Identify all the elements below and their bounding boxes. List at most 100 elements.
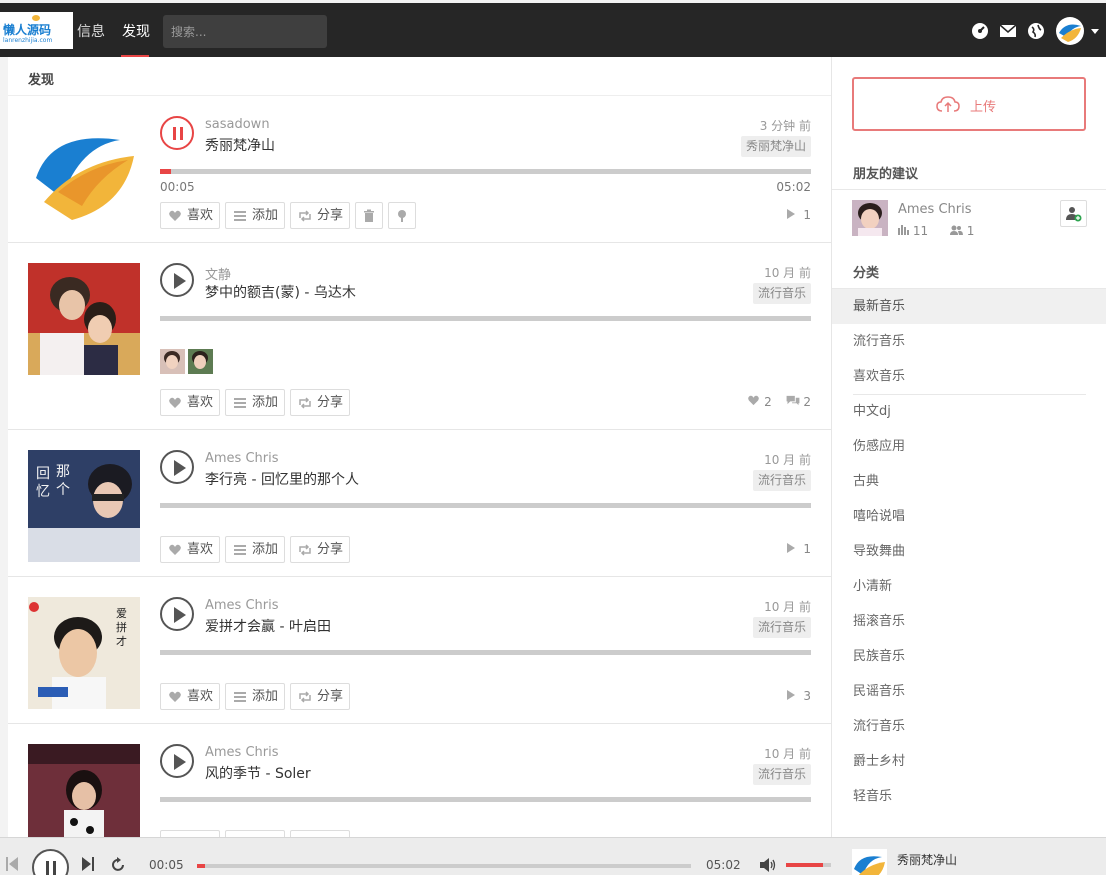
like-button[interactable]: 喜欢 (160, 536, 220, 563)
next-icon[interactable] (82, 857, 94, 875)
track-cover[interactable] (28, 744, 140, 837)
share-button[interactable]: 分享 (290, 202, 350, 229)
right-sidebar: 上传 朋友的建议 Ames Chris 11 1 分类 最新音乐 流行音乐 喜欢音乐… (831, 57, 1106, 837)
svg-text:忆: 忆 (36, 484, 50, 500)
track-progress-bar[interactable] (160, 503, 811, 508)
track-tag[interactable]: 流行音乐 (752, 617, 811, 638)
now-playing-cover[interactable] (852, 849, 887, 875)
track-progress-bar[interactable] (160, 316, 811, 321)
track-progress-bar[interactable] (160, 650, 811, 655)
nav-link-discover[interactable]: 发现 (122, 21, 150, 41)
track-uploader[interactable]: Ames Chris (205, 451, 279, 466)
category-item[interactable]: 最新音乐 (832, 289, 1106, 324)
category-item[interactable]: 喜欢音乐 (832, 359, 1106, 394)
track-cover[interactable]: 回 忆 那 个 (28, 450, 140, 562)
category-item[interactable]: 导致舞曲 (832, 534, 1106, 569)
nav-link-info[interactable]: 信息 (77, 21, 105, 41)
avatar[interactable] (160, 349, 185, 374)
category-item[interactable]: 伤感应用 (832, 429, 1106, 464)
category-item[interactable]: 小清新 (832, 569, 1106, 604)
friend-stats: 11 1 (898, 224, 974, 238)
avatar[interactable] (188, 349, 213, 374)
track-title[interactable]: 秀丽梵净山 (205, 135, 275, 155)
previous-icon[interactable] (6, 857, 18, 875)
add-button[interactable]: 添加 (225, 389, 285, 416)
track-progress-bar[interactable] (160, 797, 811, 802)
mail-icon[interactable] (999, 22, 1017, 40)
track-item: Ames Chris 风的季节 - Soler 10 月 前 流行音乐 (8, 724, 831, 837)
track-title[interactable]: 风的季节 - Soler (205, 763, 311, 783)
track-tag[interactable]: 流行音乐 (752, 470, 811, 491)
volume-slider[interactable] (786, 863, 831, 867)
track-tag[interactable]: 流行音乐 (752, 764, 811, 785)
track-cover[interactable] (28, 116, 140, 228)
delete-button[interactable] (355, 202, 383, 229)
category-item[interactable]: 民族音乐 (832, 639, 1106, 674)
like-button[interactable]: 喜欢 (160, 389, 220, 416)
add-button[interactable]: 添加 (225, 202, 285, 229)
category-item[interactable]: 流行音乐 (832, 709, 1106, 744)
play-button[interactable] (160, 450, 194, 484)
user-avatar[interactable] (1056, 17, 1084, 45)
category-item[interactable]: 爵士乡村 (832, 744, 1106, 779)
site-logo[interactable]: 懒人源码 lanrenzhijia.com (0, 12, 73, 49)
track-uploader[interactable]: 文静 (205, 264, 231, 283)
track-item: 回 忆 那 个 Ames Chris 李行亮 - 回忆里的那个人 10 月 前 … (8, 430, 831, 577)
track-timestamp: 10 月 前 (764, 266, 811, 280)
track-uploader[interactable]: Ames Chris (205, 745, 279, 760)
track-cover[interactable]: 爱 拼 才 (28, 597, 140, 709)
add-button[interactable] (225, 830, 285, 837)
globe-icon[interactable] (1027, 22, 1045, 40)
pause-button[interactable] (160, 116, 194, 150)
share-button[interactable]: 分享 (290, 683, 350, 710)
chevron-down-icon[interactable] (1091, 29, 1099, 34)
track-uploader[interactable]: sasadown (205, 117, 270, 132)
track-uploader[interactable]: Ames Chris (205, 598, 279, 613)
like-button[interactable]: 喜欢 (160, 683, 220, 710)
track-title[interactable]: 李行亮 - 回忆里的那个人 (205, 469, 359, 489)
track-cover[interactable] (28, 263, 140, 375)
like-button[interactable]: 喜欢 (160, 202, 220, 229)
share-button[interactable]: 分享 (290, 389, 350, 416)
pin-button[interactable] (388, 202, 416, 229)
player-progress-bar[interactable] (197, 864, 691, 868)
category-item[interactable]: 流行音乐 (832, 324, 1106, 359)
player-pause-button[interactable] (32, 849, 69, 875)
like-button[interactable] (160, 830, 220, 837)
friend-follower-count: 1 (966, 224, 975, 238)
search-input[interactable] (163, 15, 327, 48)
category-item[interactable]: 轻音乐 (832, 779, 1106, 814)
play-button[interactable] (160, 263, 194, 297)
friend-avatar[interactable] (852, 200, 888, 236)
svg-text:那: 那 (56, 464, 70, 480)
page-title: 发现 (28, 73, 55, 88)
share-button[interactable]: 分享 (290, 536, 350, 563)
track-timestamp: 3 分钟 前 (759, 119, 811, 133)
now-playing-title[interactable]: 秀丽梵净山 (897, 851, 957, 868)
top-navbar: 懒人源码 lanrenzhijia.com 信息 发现 (0, 0, 1106, 59)
duration: 05:02 (776, 180, 811, 194)
like-label: 喜欢 (187, 208, 214, 223)
dashboard-icon[interactable] (971, 22, 989, 40)
track-tag[interactable]: 流行音乐 (752, 283, 811, 304)
category-item[interactable]: 嘻哈说唱 (832, 499, 1106, 534)
add-button[interactable]: 添加 (225, 536, 285, 563)
category-item[interactable]: 中文dj (832, 394, 1106, 429)
track-item: 爱 拼 才 Ames Chris 爱拼才会赢 - 叶启田 10 月 前 流行音乐… (8, 577, 831, 724)
add-button[interactable]: 添加 (225, 683, 285, 710)
repeat-icon[interactable] (110, 857, 126, 875)
volume-icon[interactable] (760, 858, 776, 875)
category-item[interactable]: 摇滚音乐 (832, 604, 1106, 639)
play-button[interactable] (160, 744, 194, 778)
track-title[interactable]: 爱拼才会赢 - 叶启田 (205, 616, 331, 636)
track-title[interactable]: 梦中的额吉(蒙) - 乌达木 (205, 282, 356, 302)
play-button[interactable] (160, 597, 194, 631)
category-item[interactable]: 古典 (832, 464, 1106, 499)
track-progress-bar[interactable] (160, 169, 811, 174)
category-item[interactable]: 民谣音乐 (832, 674, 1106, 709)
follow-button[interactable] (1060, 200, 1087, 227)
track-tag[interactable]: 秀丽梵净山 (740, 136, 811, 157)
upload-button[interactable]: 上传 (852, 77, 1086, 131)
share-button[interactable] (290, 830, 350, 837)
friend-name[interactable]: Ames Chris (898, 202, 972, 217)
